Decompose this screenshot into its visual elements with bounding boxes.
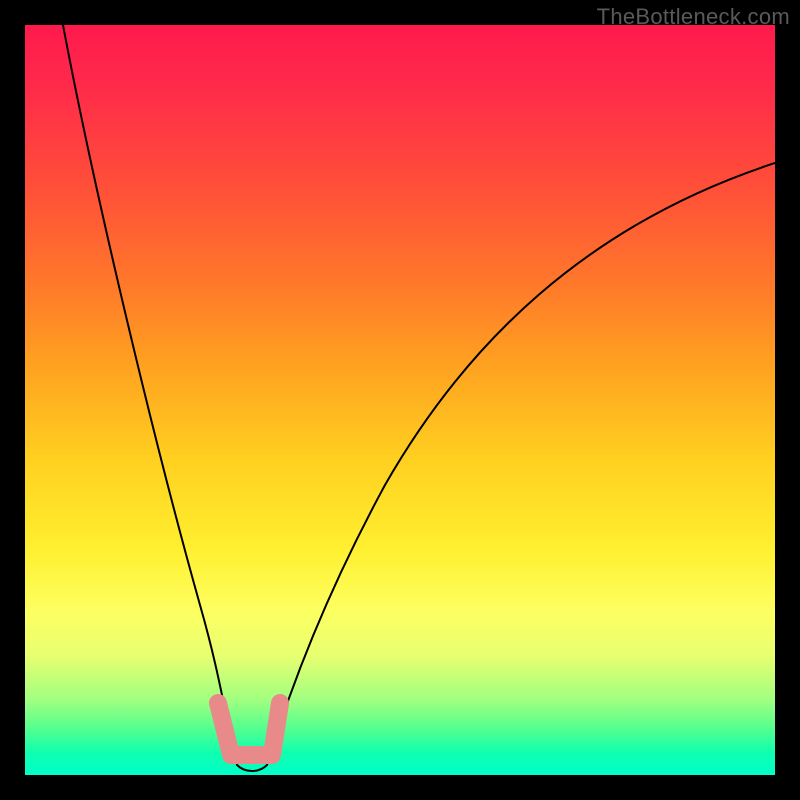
bottleneck-curve-svg [25,25,775,775]
watermark-text: TheBottleneck.com [597,4,790,30]
bottleneck-curve [63,25,775,771]
chart-frame [25,25,775,775]
optimal-range-marker [218,703,280,755]
